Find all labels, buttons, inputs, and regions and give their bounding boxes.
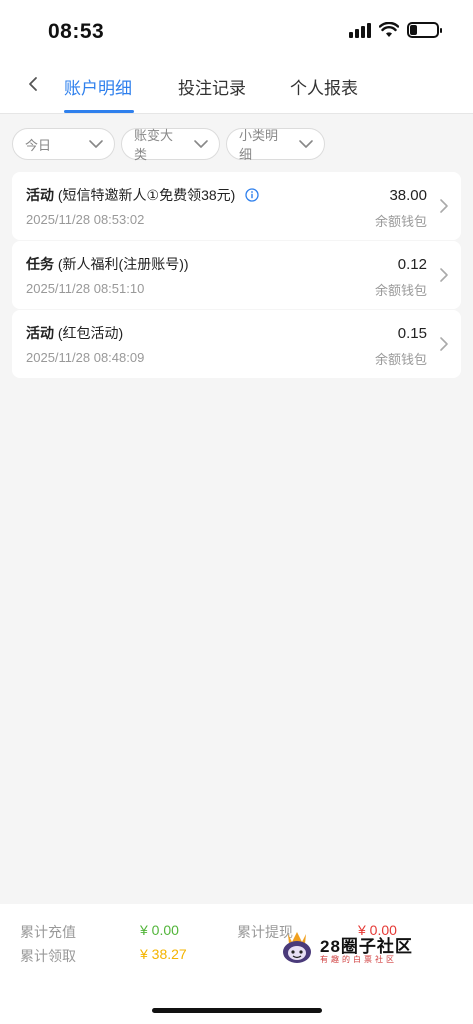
record-title: 任务 (新人福利(注册账号)) bbox=[26, 254, 189, 274]
record-detail: (红包活动) bbox=[54, 325, 124, 341]
status-icons bbox=[349, 22, 442, 38]
tab-bet-records[interactable]: 投注记录 bbox=[178, 74, 246, 99]
recharge-value: ¥ 0.00 bbox=[140, 922, 179, 938]
chevron-right-icon bbox=[440, 268, 448, 282]
record-category: 任务 bbox=[26, 256, 54, 272]
watermark-logo: 28圈子社区 有趣的白票社区 bbox=[280, 926, 420, 970]
record-wallet: 余额钱包 bbox=[374, 352, 427, 367]
recharge-label: 累计充值 bbox=[20, 924, 76, 940]
record-time: 2025/11/28 08:53:02 bbox=[26, 212, 145, 227]
chevron-right-icon bbox=[440, 199, 448, 213]
record-list: 活动 (短信特邀新人①免费领38元) 2025/11/28 08:53:02 3… bbox=[12, 172, 461, 379]
battery-icon bbox=[407, 22, 442, 38]
info-icon[interactable] bbox=[245, 188, 259, 202]
back-chevron-icon[interactable] bbox=[22, 72, 46, 96]
record-title: 活动 (短信特邀新人①免费领38元) bbox=[26, 185, 259, 205]
record-time: 2025/11/28 08:48:09 bbox=[26, 350, 145, 365]
record-detail: (短信特邀新人①免费领38元) bbox=[54, 187, 236, 203]
home-indicator bbox=[152, 1008, 322, 1013]
filter-major-category[interactable]: 账变大类 bbox=[121, 128, 220, 162]
record-amount: 0.12 bbox=[397, 256, 427, 273]
watermark-subtitle: 有趣的白票社区 bbox=[320, 955, 397, 964]
record-category: 活动 bbox=[26, 187, 54, 203]
list-item[interactable]: 活动 (红包活动) 2025/11/28 08:48:09 0.15 余额钱包 bbox=[12, 310, 461, 378]
record-category: 活动 bbox=[26, 325, 54, 341]
filter-sub-category[interactable]: 小类明细 bbox=[226, 128, 325, 162]
mascot-logo-icon bbox=[283, 932, 311, 963]
record-time: 2025/11/28 08:51:10 bbox=[26, 281, 145, 296]
status-time: 08:53 bbox=[48, 20, 105, 43]
wifi-icon bbox=[379, 22, 399, 37]
tab-personal-report[interactable]: 个人报表 bbox=[290, 74, 358, 99]
battery-level bbox=[410, 25, 417, 35]
chevron-down-icon bbox=[299, 140, 313, 148]
list-item[interactable]: 活动 (短信特邀新人①免费领38元) 2025/11/28 08:53:02 3… bbox=[12, 172, 461, 240]
chevron-down-icon bbox=[194, 140, 208, 148]
claim-label: 累计领取 bbox=[20, 948, 76, 964]
claim-value: ¥ 38.27 bbox=[140, 946, 187, 962]
filter-row: 今日 账变大类 小类明细 bbox=[12, 128, 325, 162]
tab-account-details[interactable]: 账户明细 bbox=[64, 74, 132, 99]
nav-bar: 账户明细 投注记录 个人报表 bbox=[0, 60, 473, 114]
chevron-right-icon bbox=[440, 337, 448, 351]
list-item[interactable]: 任务 (新人福利(注册账号)) 2025/11/28 08:51:10 0.12… bbox=[12, 241, 461, 309]
record-wallet: 余额钱包 bbox=[374, 283, 427, 298]
filter-date[interactable]: 今日 bbox=[12, 128, 115, 160]
filter-date-label: 今日 bbox=[25, 137, 52, 153]
filter-sub-label: 小类明细 bbox=[239, 128, 279, 162]
filter-major-label: 账变大类 bbox=[134, 128, 174, 162]
record-amount: 38.00 bbox=[389, 187, 427, 204]
record-wallet: 余额钱包 bbox=[374, 214, 427, 229]
signal-icon bbox=[349, 22, 371, 38]
chevron-down-icon bbox=[89, 140, 103, 148]
record-detail: (新人福利(注册账号)) bbox=[54, 256, 189, 272]
active-tab-indicator bbox=[64, 110, 134, 113]
record-title: 活动 (红包活动) bbox=[26, 323, 123, 343]
record-amount: 0.15 bbox=[397, 325, 427, 342]
status-bar: 08:53 bbox=[0, 0, 473, 60]
